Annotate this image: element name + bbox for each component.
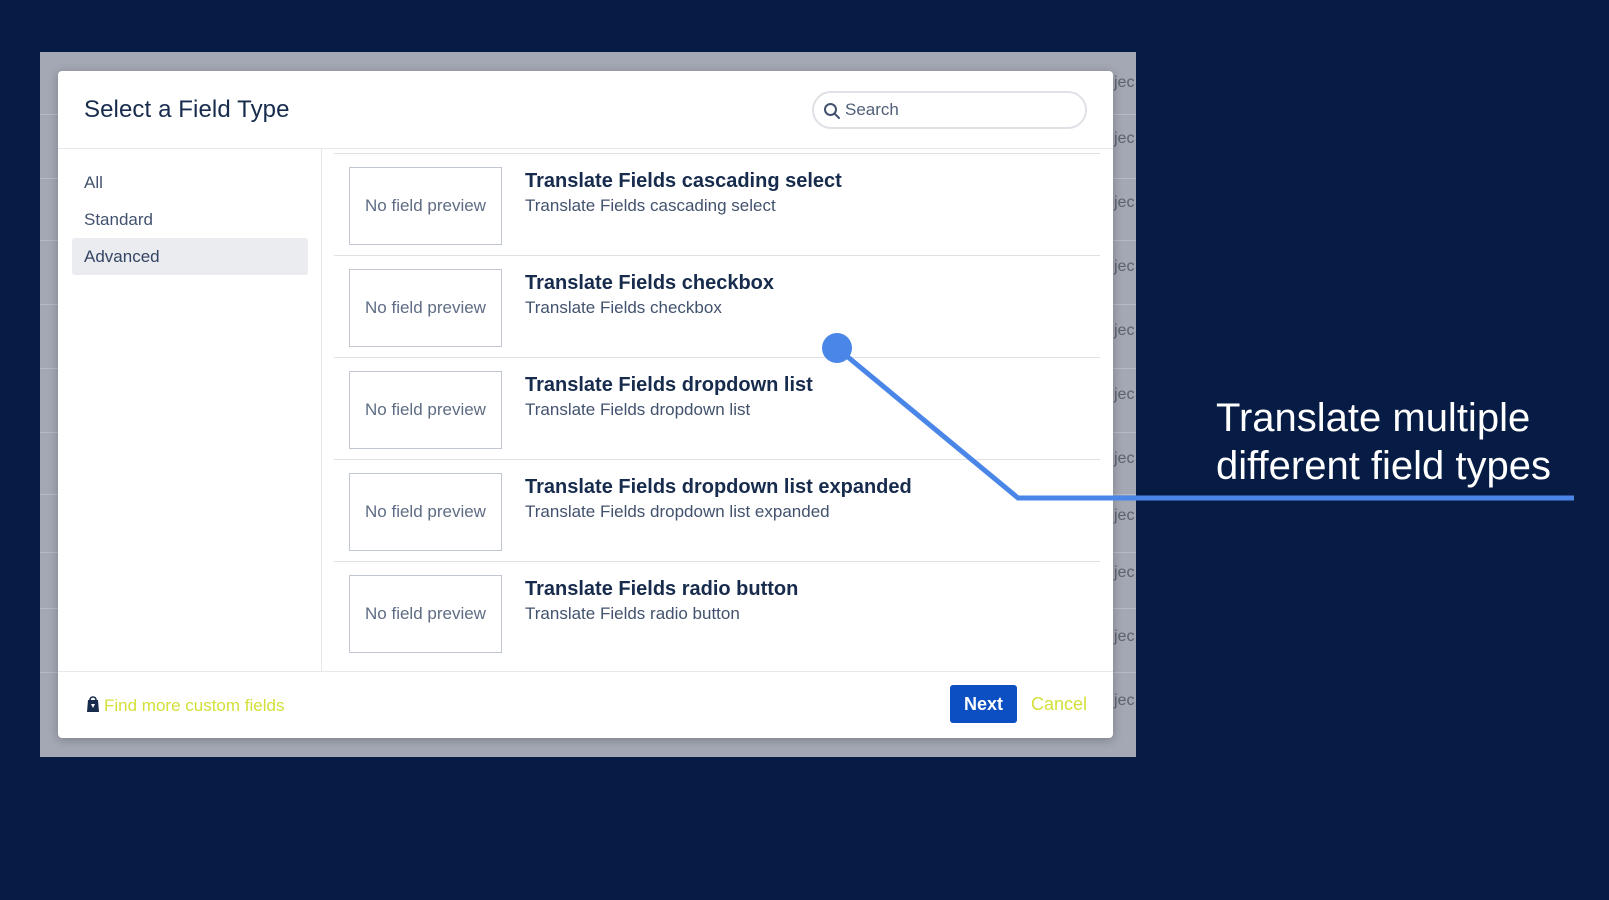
callout-caption: Translate multiple different field types (1216, 394, 1596, 490)
callout-line-2: different field types (1216, 444, 1552, 488)
callout-line-1: Translate multiple (1216, 396, 1531, 440)
